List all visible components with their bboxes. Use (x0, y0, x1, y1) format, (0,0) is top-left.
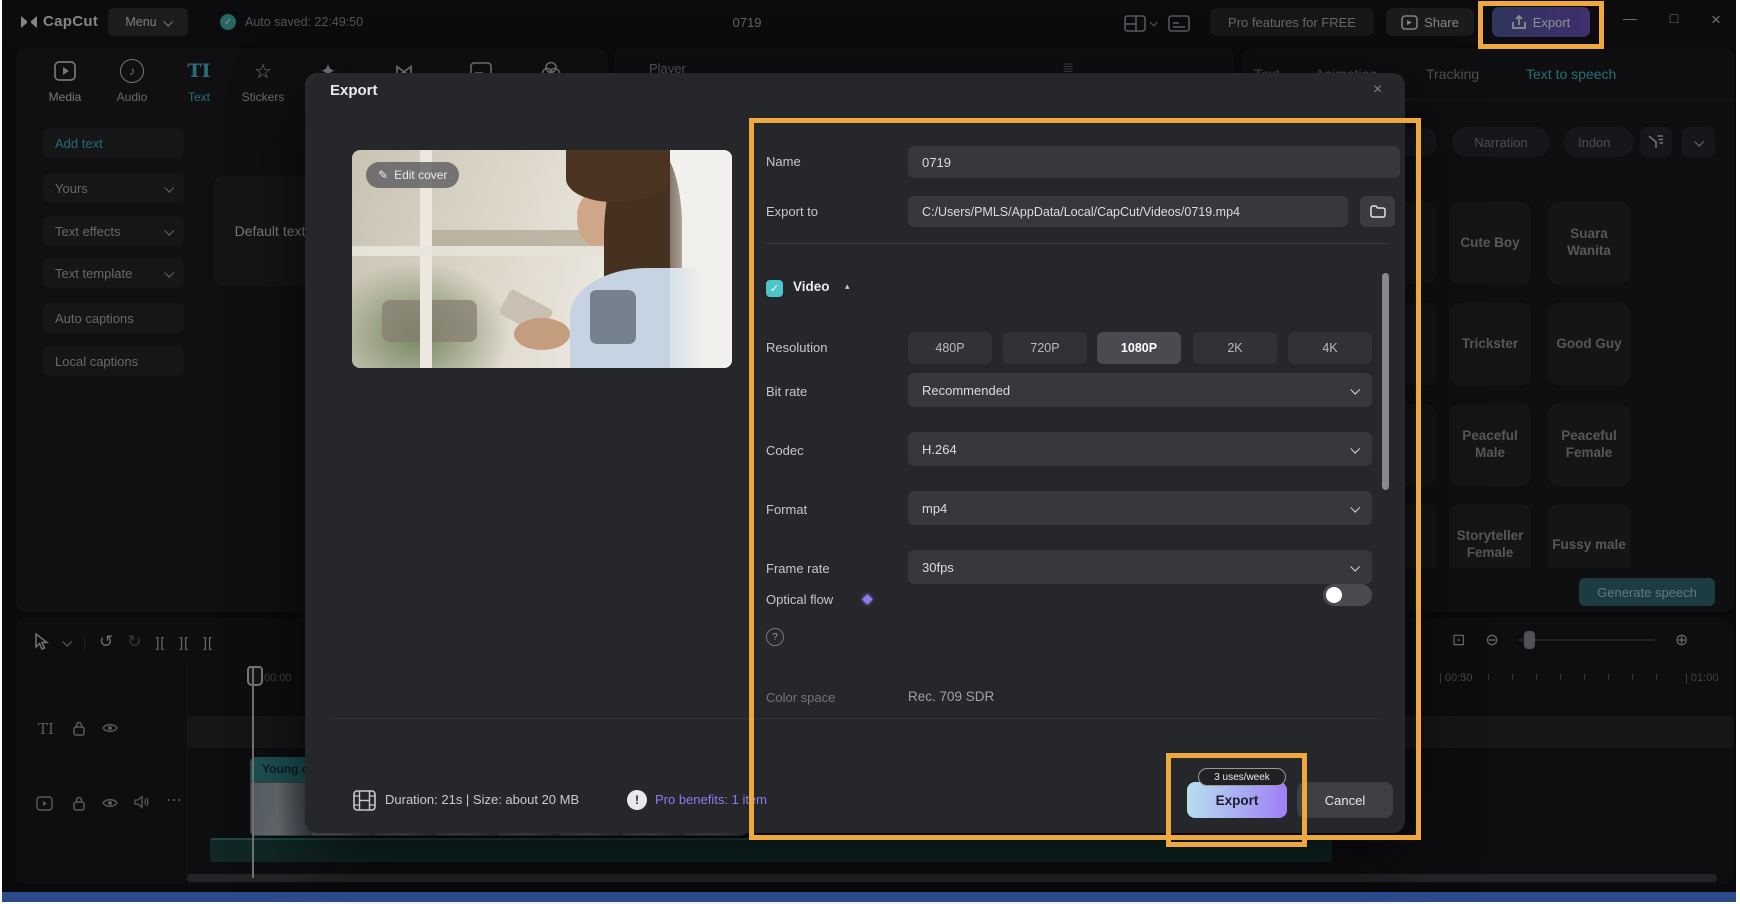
highlight-box-export-confirm (1166, 753, 1307, 847)
edit-cover-button[interactable]: ✎ Edit cover (366, 162, 459, 188)
highlight-box-export-top (1478, 1, 1604, 49)
bottom-accent-bar (2, 892, 1736, 902)
screenshot-page: CapCut Menu ✓ Auto saved: 22:49:50 0719 … (0, 0, 1740, 904)
pencil-icon: ✎ (378, 168, 388, 182)
edit-cover-label: Edit cover (394, 168, 447, 182)
preview-mug (590, 290, 636, 344)
preview-window-frame (352, 246, 622, 256)
dialog-title: Export (330, 82, 378, 99)
preview-curtain (670, 150, 732, 368)
highlight-box-export-settings (749, 118, 1421, 840)
film-icon (352, 788, 377, 813)
alert-icon: ! (627, 790, 647, 810)
cover-preview: ✎ Edit cover (352, 150, 732, 368)
preview-hair-top (566, 150, 670, 202)
export-info-text: Duration: 21s | Size: about 20 MB (385, 792, 579, 807)
preview-hand (514, 318, 570, 350)
dialog-close-icon[interactable]: × (1373, 81, 1382, 99)
